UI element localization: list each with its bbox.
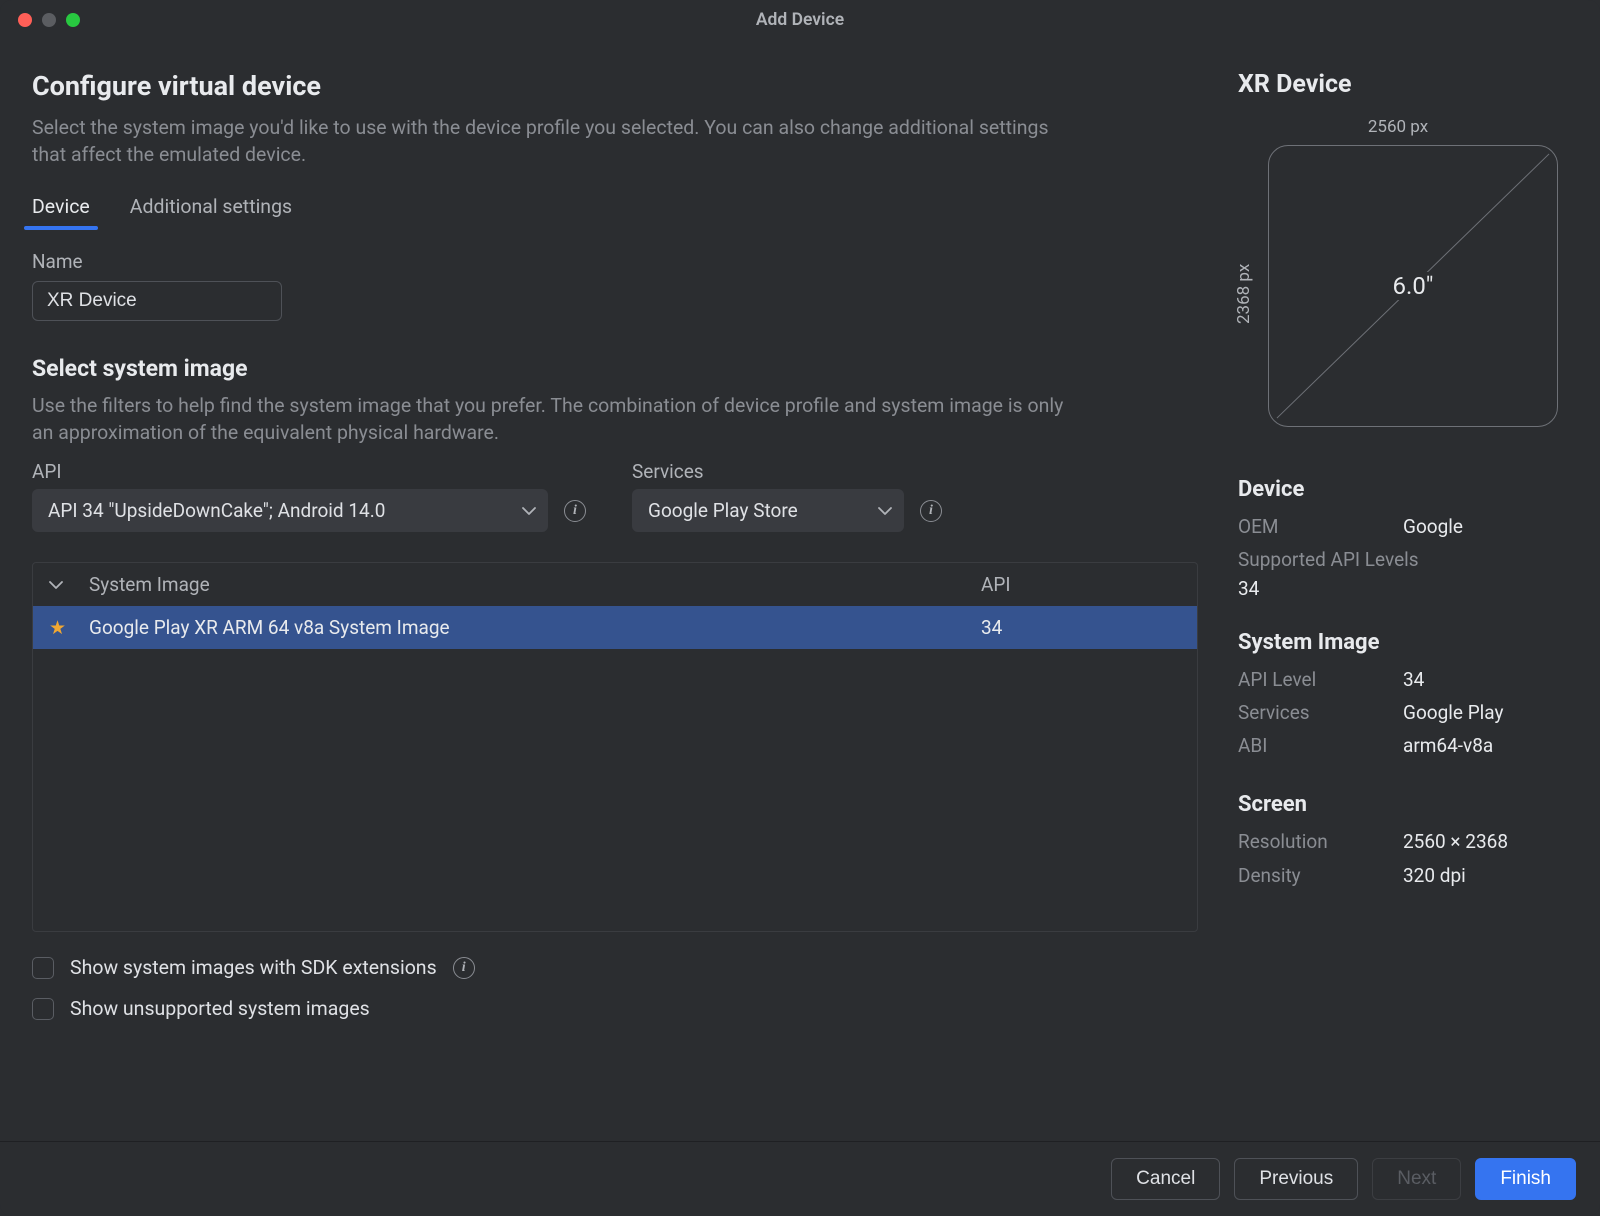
services-filter-select[interactable]: Google Play Store (632, 489, 904, 532)
api-filter-label: API (32, 460, 586, 483)
services-filter-value: Google Play Store (648, 499, 798, 522)
minimize-window-button[interactable] (42, 13, 56, 27)
show-sdk-ext-label: Show system images with SDK extensions (70, 956, 437, 979)
table-header: System Image API (33, 563, 1197, 606)
expand-toggle[interactable] (49, 580, 89, 590)
info-icon[interactable]: i (920, 500, 942, 522)
preview-width-label: 2560 px (1238, 117, 1558, 137)
services-value: Google Play (1403, 696, 1503, 729)
device-preview: 2560 px 2368 px 6.0" (1238, 117, 1558, 447)
info-icon[interactable]: i (453, 957, 475, 979)
name-label: Name (32, 250, 1198, 273)
window-title: Add Device (0, 10, 1600, 30)
system-image-title: Select system image (32, 355, 1198, 382)
close-window-button[interactable] (18, 13, 32, 27)
side-panel: XR Device 2560 px 2368 px 6.0" Device OE… (1238, 70, 1568, 1131)
system-image-description: Use the filters to help find the system … (32, 392, 1082, 447)
table-row[interactable]: ★ Google Play XR ARM 64 v8a System Image… (33, 606, 1197, 649)
side-device-title: Device (1238, 477, 1568, 502)
side-image-title: System Image (1238, 630, 1568, 655)
supported-api-label: Supported API Levels (1238, 543, 1568, 576)
preview-height-label: 2368 px (1234, 141, 1254, 447)
services-label: Services (1238, 696, 1403, 729)
finish-button[interactable]: Finish (1475, 1158, 1576, 1200)
cancel-button[interactable]: Cancel (1111, 1158, 1220, 1200)
api-level-value: 34 (1403, 663, 1424, 696)
services-filter-label: Services (632, 460, 942, 483)
window-controls (0, 13, 80, 27)
titlebar: Add Device (0, 0, 1600, 40)
density-label: Density (1238, 859, 1403, 892)
tab-additional-settings[interactable]: Additional settings (130, 195, 292, 228)
main-panel: Configure virtual device Select the syst… (32, 70, 1198, 1131)
api-filter-select[interactable]: API 34 "UpsideDownCake"; Android 14.0 (32, 489, 548, 532)
preview-diagonal: 6.0" (1378, 272, 1448, 300)
star-icon: ★ (49, 616, 89, 639)
show-unsupported-checkbox[interactable] (32, 998, 54, 1020)
side-screen-title: Screen (1238, 792, 1568, 817)
previous-button[interactable]: Previous (1234, 1158, 1358, 1200)
oem-label: OEM (1238, 510, 1403, 543)
supported-api-value: 34 (1238, 577, 1568, 600)
tab-device[interactable]: Device (32, 195, 90, 228)
page-description: Select the system image you'd like to us… (32, 114, 1082, 169)
info-icon[interactable]: i (564, 500, 586, 522)
abi-value: arm64-v8a (1403, 729, 1493, 762)
page-title: Configure virtual device (32, 70, 1198, 102)
show-sdk-ext-checkbox[interactable] (32, 957, 54, 979)
api-level-label: API Level (1238, 663, 1403, 696)
tab-bar: Device Additional settings (32, 195, 1198, 228)
chevron-down-icon (522, 506, 536, 516)
side-title: XR Device (1238, 70, 1568, 99)
row-api: 34 (981, 616, 1181, 639)
next-button: Next (1372, 1158, 1461, 1200)
api-filter-value: API 34 "UpsideDownCake"; Android 14.0 (48, 499, 385, 522)
name-input[interactable] (32, 281, 282, 321)
resolution-label: Resolution (1238, 825, 1403, 858)
col-api: API (981, 573, 1181, 596)
abi-label: ABI (1238, 729, 1403, 762)
chevron-down-icon (878, 506, 892, 516)
system-image-table: System Image API ★ Google Play XR ARM 64… (32, 562, 1198, 932)
show-unsupported-label: Show unsupported system images (70, 997, 370, 1020)
maximize-window-button[interactable] (66, 13, 80, 27)
oem-value: Google (1403, 510, 1463, 543)
col-system-image: System Image (89, 573, 981, 596)
screen-rect: 6.0" (1268, 145, 1558, 427)
footer: Cancel Previous Next Finish (0, 1141, 1600, 1216)
dialog-window: Add Device Configure virtual device Sele… (0, 0, 1600, 1216)
density-value: 320 dpi (1403, 859, 1466, 892)
resolution-value: 2560 × 2368 (1403, 825, 1508, 858)
row-image-name: Google Play XR ARM 64 v8a System Image (89, 616, 981, 639)
